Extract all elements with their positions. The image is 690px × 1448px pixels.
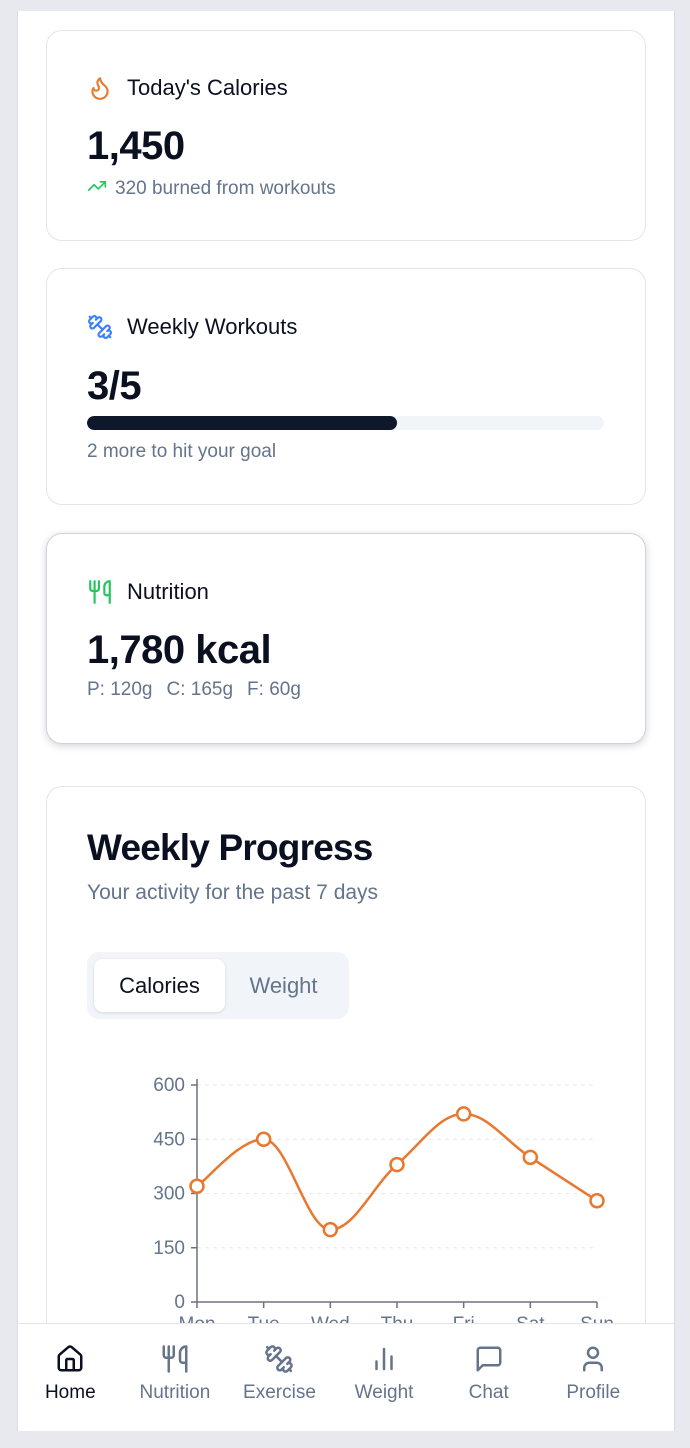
data-point xyxy=(189,1178,205,1195)
nutrition-card[interactable]: Nutrition 1,780 kcal P: 120g C: 165g F: … xyxy=(46,533,646,744)
protein-value: P: 120g xyxy=(87,679,153,700)
workouts-card[interactable]: Weekly Workouts 3/5 2 more to hit your g… xyxy=(46,268,646,505)
nav-item-home[interactable]: Home xyxy=(18,1324,123,1431)
y-tick-label: 600 xyxy=(153,1075,185,1096)
calories-burned-text: 320 burned from workouts xyxy=(115,178,336,199)
nav-item-profile[interactable]: Profile xyxy=(541,1324,646,1431)
data-point xyxy=(522,1149,539,1166)
data-point xyxy=(322,1221,339,1238)
y-tick-label: 450 xyxy=(153,1129,185,1150)
data-point xyxy=(255,1131,272,1147)
home-icon xyxy=(55,1344,85,1374)
y-tick-label: 150 xyxy=(153,1238,185,1259)
message-icon xyxy=(474,1344,504,1374)
nav-item-nutrition[interactable]: Nutrition xyxy=(123,1324,228,1431)
user-icon xyxy=(578,1344,608,1374)
workouts-goal-text: 2 more to hit your goal xyxy=(87,441,277,462)
calories-subtext-row: 320 burned from workouts xyxy=(87,176,336,202)
nutrition-card-header: Nutrition xyxy=(87,579,209,605)
flame-icon xyxy=(87,75,113,101)
weekly-progress-card: Weekly Progress Your activity for the pa… xyxy=(46,786,646,1406)
utensils-icon xyxy=(87,579,113,605)
nav-item-weight[interactable]: Weight xyxy=(332,1324,437,1431)
bar-chart-icon xyxy=(369,1344,399,1374)
nav-label-weight: Weight xyxy=(354,1382,414,1403)
y-tick-label: 300 xyxy=(153,1184,185,1205)
nutrition-card-title: Nutrition xyxy=(127,579,209,604)
nav-label-profile: Profile xyxy=(566,1382,621,1403)
utensils-icon xyxy=(160,1344,190,1374)
workouts-card-header: Weekly Workouts xyxy=(87,314,297,340)
nav-item-chat[interactable]: Chat xyxy=(436,1324,541,1431)
nav-label-chat: Chat xyxy=(468,1382,509,1403)
workouts-card-title: Weekly Workouts xyxy=(127,314,298,339)
calories-card-title: Today's Calories xyxy=(127,75,288,100)
dumbbell-icon xyxy=(264,1344,294,1374)
workouts-value: 3/5 xyxy=(87,364,142,408)
macros-row: P: 120g C: 165g F: 60g xyxy=(87,679,301,701)
workouts-progress-fill xyxy=(87,416,398,430)
y-tick-label: 0 xyxy=(174,1292,185,1313)
data-point xyxy=(589,1192,605,1209)
trending-up-icon xyxy=(87,176,107,202)
calories-line-chart: 0150300450600MonTueWedThuFriSatSun xyxy=(153,1075,614,1335)
calories-card[interactable]: Today's Calories 1,450 320 burned from w… xyxy=(46,30,646,241)
carbs-value: C: 165g xyxy=(166,679,234,700)
nav-item-exercise[interactable]: Exercise xyxy=(227,1324,332,1431)
nutrition-value: 1,780 kcal xyxy=(87,628,272,672)
calories-value: 1,450 xyxy=(87,124,185,168)
data-point xyxy=(455,1106,472,1122)
workouts-progress-bar xyxy=(87,416,604,430)
fat-value: F: 60g xyxy=(247,679,301,700)
calories-card-header: Today's Calories xyxy=(87,75,288,101)
bottom-nav: Home Nutrition Exercise Weight Chat Prof… xyxy=(18,1323,674,1431)
dumbbell-icon xyxy=(87,314,113,340)
nav-label-home: Home xyxy=(44,1382,96,1403)
nav-label-exercise: Exercise xyxy=(243,1382,316,1403)
app-screen: Today's Calories 1,450 320 burned from w… xyxy=(17,11,675,1431)
data-point xyxy=(389,1156,405,1173)
nav-label-nutrition: Nutrition xyxy=(139,1382,211,1403)
